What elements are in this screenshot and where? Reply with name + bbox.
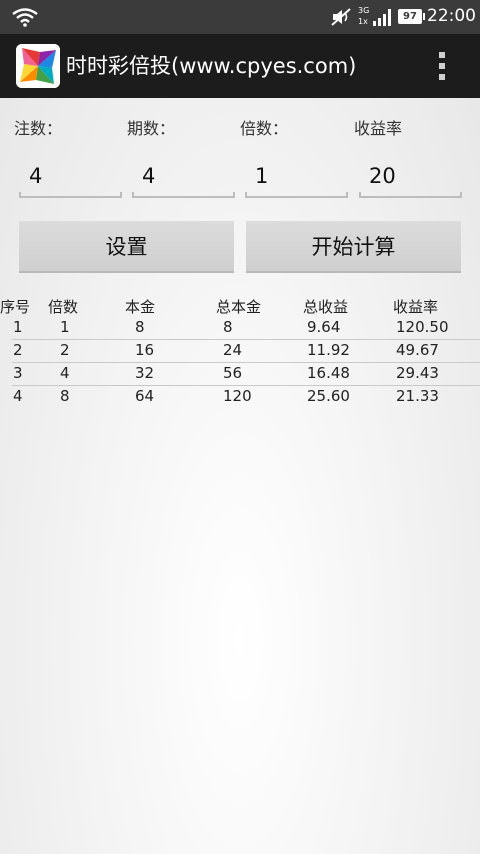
- cell-index: 4: [13, 387, 23, 405]
- cell-total-profit: 16.48: [307, 364, 350, 382]
- bets-input-value: 4: [29, 164, 43, 188]
- cell-principal: 64: [135, 387, 155, 405]
- cell-total-principal: 24: [223, 341, 243, 359]
- periods-input[interactable]: 4: [132, 158, 235, 198]
- app-logo-icon: [16, 44, 60, 88]
- header-principal: 本金: [125, 298, 156, 316]
- multiple-input[interactable]: 1: [245, 158, 348, 198]
- cell-yield: 29.43: [396, 364, 439, 382]
- cell-total-profit: 11.92: [307, 341, 350, 359]
- header-index: 序号: [0, 298, 31, 316]
- cell-yield: 120.50: [396, 318, 449, 336]
- multiple-label: 倍数：: [240, 119, 289, 138]
- header-total-principal: 总本金: [216, 298, 262, 316]
- bets-input[interactable]: 4: [19, 158, 122, 198]
- bets-input-underline: [19, 192, 122, 198]
- header-multiple: 倍数: [48, 298, 79, 316]
- bets-label: 注数：: [14, 119, 63, 138]
- cell-index: 3: [13, 364, 23, 382]
- action-bar: 时时彩倍投(www.cpyes.com): [0, 34, 480, 98]
- yield-input[interactable]: 20: [359, 158, 462, 198]
- multiple-input-value: 1: [255, 164, 269, 188]
- cell-index: 1: [13, 318, 23, 336]
- cell-multiple: 4: [60, 364, 70, 382]
- signal-icon: [373, 9, 391, 26]
- cell-index: 2: [13, 341, 23, 359]
- battery-level: 97: [403, 11, 417, 22]
- network-type-label: 3G: [358, 6, 370, 15]
- battery-icon: 97: [398, 9, 425, 24]
- cell-yield: 21.33: [396, 387, 439, 405]
- status-bar: 3G 1x 97 22:00: [0, 0, 480, 34]
- yield-input-value: 20: [369, 164, 396, 188]
- periods-input-underline: [132, 192, 235, 198]
- cell-multiple: 2: [60, 341, 70, 359]
- network-sub-label: 1x: [358, 17, 368, 26]
- cell-total-profit: 25.60: [307, 387, 350, 405]
- mute-icon: [331, 8, 351, 26]
- cell-multiple: 8: [60, 387, 70, 405]
- yield-label: 收益率: [354, 119, 403, 138]
- table-header: 序号 倍数 本金 总本金 总收益 收益率: [0, 296, 480, 316]
- settings-button[interactable]: 设置: [19, 221, 234, 273]
- cell-total-principal: 120: [223, 387, 252, 405]
- overflow-menu-icon[interactable]: [432, 50, 452, 82]
- table-row: 1 1 8 8 9.64 120.50: [0, 317, 480, 340]
- cell-principal: 32: [135, 364, 155, 382]
- clock: 22:00: [427, 6, 476, 26]
- cell-principal: 8: [135, 318, 145, 336]
- calculate-button[interactable]: 开始计算: [246, 221, 461, 273]
- network-indicator: 3G 1x: [358, 5, 392, 29]
- periods-label: 期数：: [127, 119, 176, 138]
- multiple-input-underline: [245, 192, 348, 198]
- cell-total-profit: 9.64: [307, 318, 341, 336]
- header-yield: 收益率: [393, 298, 439, 316]
- cell-principal: 16: [135, 341, 155, 359]
- periods-input-value: 4: [142, 164, 156, 188]
- cell-total-principal: 8: [223, 318, 233, 336]
- cell-yield: 49.67: [396, 341, 439, 359]
- table-row: 3 4 32 56 16.48 29.43: [0, 363, 480, 386]
- header-total-profit: 总收益: [303, 298, 349, 316]
- cell-total-principal: 56: [223, 364, 243, 382]
- app-title: 时时彩倍投(www.cpyes.com): [66, 54, 357, 78]
- table-row: 4 8 64 120 25.60 21.33: [0, 386, 480, 409]
- cell-multiple: 1: [60, 318, 70, 336]
- yield-input-underline: [359, 192, 462, 198]
- wifi-icon: [12, 8, 38, 27]
- table-row: 2 2 16 24 11.92 49.67: [0, 340, 480, 363]
